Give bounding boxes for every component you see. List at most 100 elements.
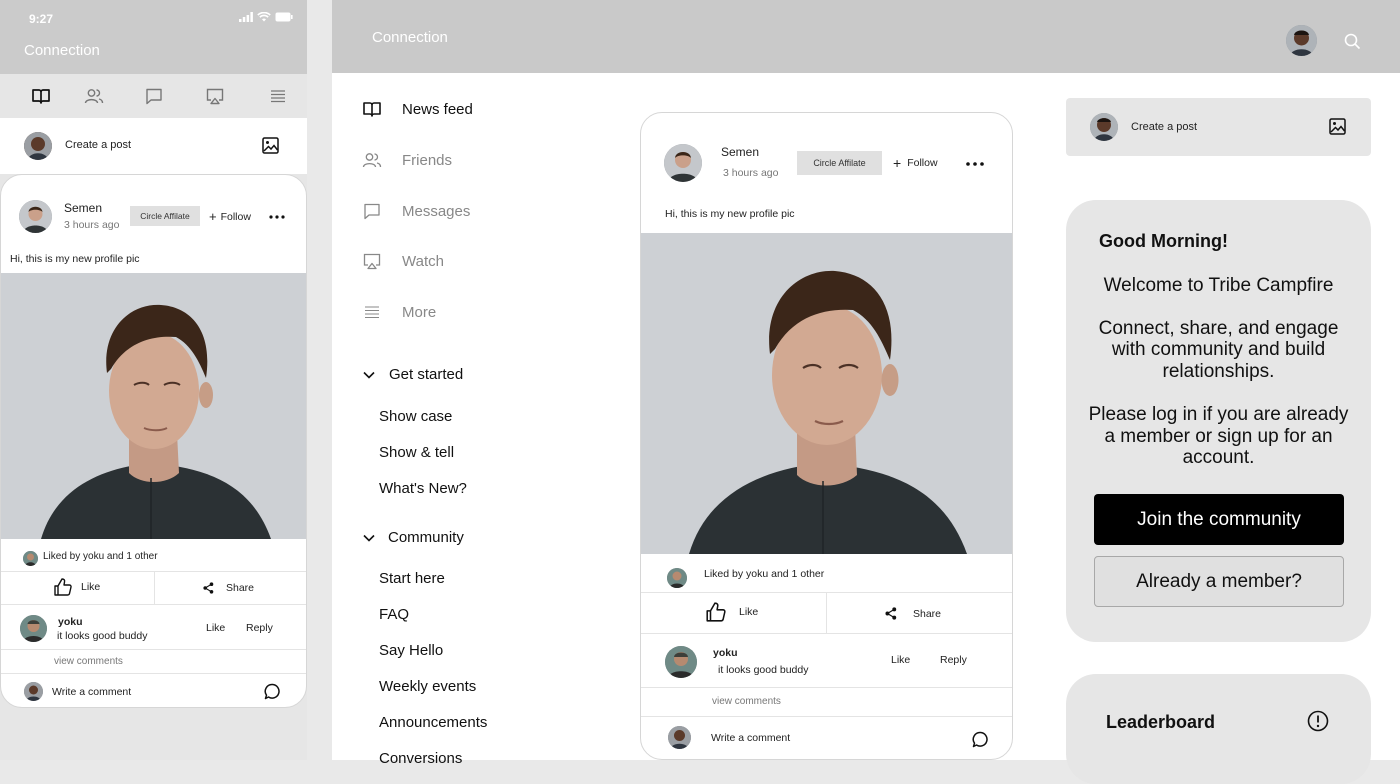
avatar (20, 615, 47, 642)
message-icon[interactable] (144, 86, 164, 106)
post-text: Hi, this is my new profile pic (665, 208, 795, 220)
write-comment-input[interactable]: Write a comment (711, 732, 790, 744)
avatar (19, 200, 52, 233)
nav-watch[interactable]: Watch (362, 251, 444, 271)
avatar (667, 568, 687, 588)
nav-weekly-events[interactable]: Weekly events (379, 678, 476, 695)
create-post-label: Create a post (65, 139, 132, 151)
plus-icon: + (209, 209, 217, 224)
get-started-toggle[interactable]: Get started (362, 366, 463, 383)
post-photo[interactable] (641, 233, 1012, 554)
nav-label: News feed (402, 100, 473, 118)
login-line: account. (1182, 447, 1255, 468)
image-icon[interactable] (262, 137, 279, 154)
view-comments-link[interactable]: view comments (712, 696, 781, 707)
mobile-preview: 9:27 Connection Create a post Semen 3 ho… (0, 0, 307, 760)
post-card: Semen 3 hours ago Circle Affilate + Follo… (0, 174, 307, 708)
nav-label: Messages (402, 202, 471, 220)
nav-news-feed[interactable]: News feed (362, 99, 473, 119)
view-comments-link[interactable]: view comments (54, 656, 123, 667)
watch-icon[interactable] (205, 86, 225, 106)
create-post-bar[interactable]: Create a post (1066, 98, 1371, 156)
follow-label: Follow (907, 157, 938, 169)
comment-bubble-icon[interactable] (264, 683, 281, 700)
app-title: Connection (24, 42, 100, 59)
already-member-button[interactable]: Already a member? (1094, 556, 1344, 607)
menu-icon (365, 306, 379, 319)
user-avatar[interactable] (1286, 25, 1317, 56)
nav-friends[interactable]: Friends (362, 150, 452, 170)
status-icons (239, 12, 293, 22)
info-icon[interactable] (1307, 710, 1329, 732)
message-icon (364, 203, 380, 220)
wifi-icon (257, 12, 271, 22)
post-author[interactable]: Semen (64, 201, 102, 215)
nav-announcements[interactable]: Announcements (379, 714, 487, 731)
follow-button[interactable]: + Follow (209, 209, 251, 224)
nav-label: Friends (402, 151, 453, 169)
comment-author[interactable]: yoku (58, 616, 83, 628)
nav-say-hello[interactable]: Say Hello (379, 642, 443, 659)
image-icon[interactable] (1329, 118, 1346, 135)
nav-show-and-tell[interactable]: Show & tell (379, 444, 454, 461)
welcome-panel: Good Morning! Welcome to Tribe Campfire … (1066, 200, 1371, 642)
signal-icon (239, 12, 253, 22)
comment-like-button[interactable]: Like (891, 654, 910, 666)
follow-button[interactable]: + Follow (893, 155, 938, 171)
nav-label: More (402, 303, 437, 321)
create-post-bar[interactable]: Create a post (0, 118, 307, 174)
nav-faq[interactable]: FAQ (379, 606, 409, 623)
users-icon[interactable] (84, 86, 104, 106)
share-label: Share (913, 607, 942, 620)
join-community-button[interactable]: Join the community (1094, 494, 1344, 545)
pitch-line: with community and build (1111, 339, 1326, 360)
mobile-header: 9:27 Connection (0, 0, 307, 74)
liked-by-text[interactable]: Liked by yoku and 1 other (43, 551, 158, 562)
more-options-icon[interactable] (966, 162, 984, 166)
post-time: 3 hours ago (723, 167, 779, 179)
search-icon[interactable] (1344, 33, 1361, 50)
section-title: Community (388, 529, 464, 546)
greeting-heading: Good Morning! (1099, 231, 1228, 251)
mobile-tab-bar (0, 74, 307, 118)
avatar (24, 132, 52, 160)
follow-label: Follow (220, 210, 251, 223)
nav-start-here[interactable]: Start here (379, 570, 445, 587)
share-icon (203, 582, 214, 594)
nav-show-case[interactable]: Show case (379, 408, 452, 425)
like-label: Like (739, 606, 759, 618)
leaderboard-panel: Leaderboard (1066, 674, 1371, 784)
liked-by-text[interactable]: Liked by yoku and 1 other (704, 568, 824, 580)
comment-text: it looks good buddy (57, 630, 148, 642)
like-button[interactable]: Like (705, 601, 758, 623)
post-photo[interactable] (1, 273, 306, 539)
more-options-icon[interactable] (269, 215, 285, 219)
chevron-down-icon (363, 371, 375, 379)
nav-more[interactable]: More (362, 302, 436, 322)
thumbs-up-icon (706, 602, 726, 622)
comment-reply-button[interactable]: Reply (246, 622, 273, 634)
book-icon (363, 102, 381, 117)
community-toggle[interactable]: Community (362, 529, 464, 546)
login-line: Please log in if you are already (1088, 404, 1349, 425)
nav-whats-new[interactable]: What's New? (379, 480, 467, 497)
thumbs-up-icon (54, 578, 72, 596)
write-comment-input[interactable]: Write a comment (52, 686, 131, 698)
app-title: Connection (372, 29, 448, 46)
like-button[interactable]: Like (53, 577, 100, 597)
book-icon[interactable] (31, 86, 51, 106)
comment-author[interactable]: yoku (713, 647, 738, 659)
menu-icon[interactable] (268, 86, 288, 106)
share-button[interactable]: Share (203, 582, 254, 594)
share-button[interactable]: Share (885, 607, 941, 620)
portrait-image (1, 273, 306, 539)
comment-reply-button[interactable]: Reply (940, 654, 967, 666)
nav-conversions[interactable]: Conversions (379, 750, 462, 767)
portrait-image (641, 233, 1012, 554)
comment-like-button[interactable]: Like (206, 622, 225, 634)
pitch-line: relationships. (1162, 361, 1275, 382)
nav-messages[interactable]: Messages (362, 201, 470, 221)
comment-bubble-icon[interactable] (972, 731, 989, 748)
post-card: Semen 3 hours ago Circle Affilate + Follo… (640, 112, 1013, 760)
post-author[interactable]: Semen (721, 145, 759, 159)
